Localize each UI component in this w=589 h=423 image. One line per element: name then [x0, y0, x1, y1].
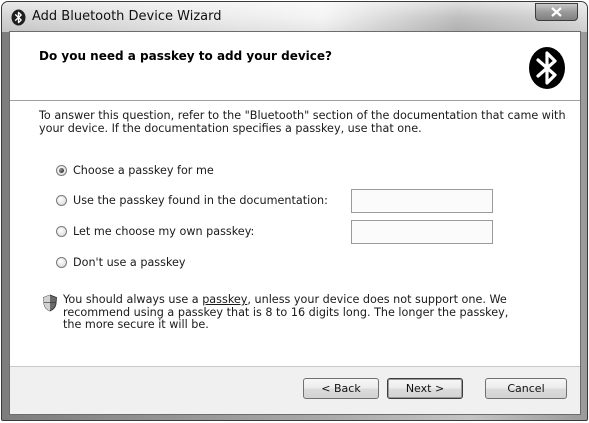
option-label[interactable]: Choose a passkey for me [73, 164, 214, 177]
option-label[interactable]: Use the passkey found in the documentati… [73, 194, 328, 207]
passkey-note: You should always use a passkey, unless … [63, 293, 525, 332]
radio-choose-for-me[interactable] [56, 165, 67, 176]
description-text: To answer this question, refer to the "B… [39, 109, 566, 135]
footer-divider [10, 366, 580, 367]
bluetooth-logo-icon [529, 47, 565, 89]
cancel-button[interactable]: Cancel [485, 378, 567, 399]
own-passkey-input[interactable] [351, 220, 493, 244]
page-title: Do you need a passkey to add your device… [39, 49, 332, 63]
close-button[interactable] [535, 3, 578, 21]
passkey-link[interactable]: passkey [202, 293, 247, 306]
shield-icon [43, 294, 57, 312]
header-divider [10, 100, 580, 101]
bluetooth-icon [11, 9, 26, 26]
window-title: Add Bluetooth Device Wizard [32, 9, 222, 24]
radio-use-documentation[interactable] [56, 195, 67, 206]
next-button[interactable]: Next > [387, 378, 463, 399]
back-button[interactable]: < Back [303, 378, 379, 399]
note-prefix: You should always use a [63, 293, 203, 306]
option-label[interactable]: Let me choose my own passkey: [73, 225, 254, 238]
radio-no-passkey[interactable] [56, 257, 67, 268]
radio-own-passkey[interactable] [56, 226, 67, 237]
title-bar[interactable]: Add Bluetooth Device Wizard [2, 2, 587, 32]
option-label[interactable]: Don't use a passkey [73, 256, 186, 269]
wizard-content: Do you need a passkey to add your device… [9, 31, 581, 415]
close-icon [551, 7, 562, 17]
wizard-window: Add Bluetooth Device Wizard Do you need … [1, 1, 588, 421]
documentation-passkey-input[interactable] [351, 189, 493, 213]
